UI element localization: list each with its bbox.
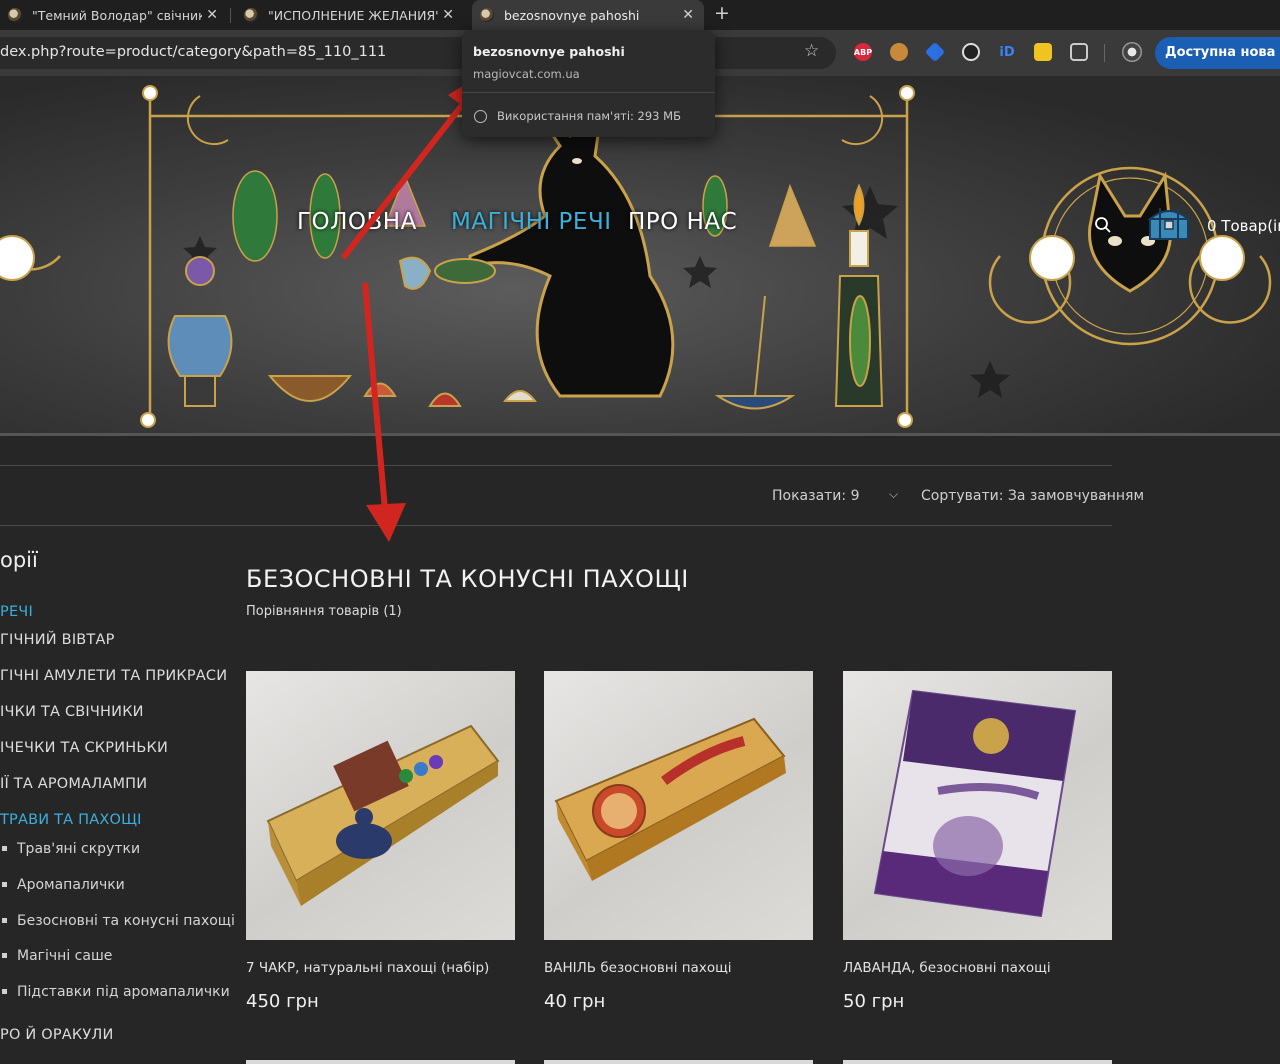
- nav-home[interactable]: ГОЛОВНА: [297, 209, 417, 235]
- tag-icon[interactable]: [924, 41, 946, 63]
- close-tab-icon[interactable]: ✕: [442, 7, 454, 23]
- sidebar-subitem[interactable]: Трав'яні скрутки: [0, 841, 140, 857]
- product-price: 40 грн: [544, 991, 606, 1012]
- puzzle-icon[interactable]: [1070, 43, 1088, 61]
- sidebar-subitem[interactable]: Аромапалички: [0, 877, 125, 893]
- bullet-icon: [2, 953, 7, 958]
- sidebar-item-boxes[interactable]: ІЧЕЧКИ ТА СКРИНЬКИ: [0, 740, 168, 756]
- product-name[interactable]: ВАНІЛЬ безосновні пахощі: [544, 960, 732, 976]
- sidebar-subitem[interactable]: Магічні саше: [0, 948, 112, 964]
- show-limit-select[interactable]: Показати: 9: [772, 488, 859, 504]
- sync-icon[interactable]: [962, 43, 980, 61]
- abp-icon[interactable]: ABP: [854, 43, 872, 61]
- toolbar-divider: [1104, 44, 1105, 62]
- product-price: 50 грн: [843, 991, 905, 1012]
- site-favicon: [480, 8, 494, 22]
- chevron-down-icon[interactable]: ⌵: [1099, 487, 1108, 502]
- id-icon[interactable]: iD: [998, 43, 1016, 61]
- tab-label: "ИСПОЛНЕНИЕ ЖЕЛАНИЯ": [268, 7, 438, 23]
- cart-count[interactable]: 0 Товар(ів): [1207, 217, 1280, 235]
- tab-3-active[interactable]: bezosnovnye pahoshi ✕: [472, 0, 704, 30]
- product-name[interactable]: 7 ЧАКР, натуральні пахощі (набір): [246, 960, 489, 976]
- next-row-product-image[interactable]: [843, 1060, 1112, 1064]
- tab-strip: "Темний Володар" свічник к ✕ "ИСПОЛНЕНИЕ…: [0, 0, 1280, 30]
- site-favicon: [244, 8, 258, 22]
- product-card[interactable]: 7 ЧАКР, натуральні пахощі (набір) 450 гр…: [246, 671, 515, 1012]
- close-tab-icon[interactable]: ✕: [682, 7, 694, 23]
- sidebar-item-candles[interactable]: ІЧКИ ТА СВІЧНИКИ: [0, 704, 144, 720]
- chevron-down-icon[interactable]: ⌵: [889, 487, 898, 502]
- product-image[interactable]: [246, 671, 515, 940]
- bullet-icon: [2, 918, 7, 923]
- next-row-product-image[interactable]: [246, 1060, 515, 1064]
- close-tab-icon[interactable]: ✕: [206, 7, 218, 23]
- tab-label: "Темний Володар" свічник к: [32, 7, 202, 23]
- hovercard-title: bezosnovnye pahoshi: [473, 44, 625, 59]
- product-image[interactable]: [544, 671, 813, 940]
- tab-divider: [230, 8, 231, 23]
- sidebar-item-tarot[interactable]: РО Й ОРАКУЛИ: [0, 1027, 114, 1043]
- page-title: БЕЗОСНОВНІ ТА КОНУСНІ ПАХОЩІ: [246, 565, 689, 593]
- tab-1[interactable]: "Темний Володар" свічник к ✕: [0, 0, 228, 30]
- wallet-icon[interactable]: [1034, 43, 1052, 61]
- divider-line: [0, 525, 1112, 526]
- nav-about[interactable]: ПРО НАС: [628, 209, 737, 235]
- product-card[interactable]: ЛАВАНДА, безосновні пахощі 50 грн: [843, 671, 1112, 1012]
- categories-heading: орії: [0, 548, 38, 572]
- site-favicon: [8, 8, 22, 22]
- bullet-icon: [2, 989, 7, 994]
- divider-line: [0, 465, 1112, 466]
- sidebar-item-herbs-incense[interactable]: ТРАВИ ТА ПАХОЩІ: [0, 812, 142, 828]
- product-card[interactable]: ВАНІЛЬ безосновні пахощі 40 грн: [544, 671, 813, 1012]
- tab-2[interactable]: "ИСПОЛНЕНИЕ ЖЕЛАНИЯ" ✕: [236, 0, 464, 30]
- sort-select[interactable]: Сортувати: За замовчуванням: [921, 488, 1144, 504]
- update-available-button[interactable]: Доступна нова вер: [1155, 37, 1280, 69]
- sidebar-item-magic-items[interactable]: РЕЧІ: [0, 604, 33, 620]
- sidebar-item-amulets[interactable]: ГІЧНІ АМУЛЕТИ ТА ПРИКРАСИ: [0, 668, 227, 684]
- nav-magic-items[interactable]: МАГІЧНІ РЕЧІ: [451, 209, 612, 235]
- next-row-product-image[interactable]: [544, 1060, 813, 1064]
- hovercard-memory: Використання пам'яті: 293 МБ: [497, 109, 681, 123]
- bullet-icon: [2, 846, 7, 851]
- tab-hovercard: bezosnovnye pahoshi magiovcat.com.ua Вик…: [462, 30, 715, 137]
- tab-label: bezosnovnye pahoshi: [504, 7, 640, 23]
- sidebar-item-altar[interactable]: ГІЧНИЙ ВІВТАР: [0, 632, 115, 648]
- sidebar-subitem[interactable]: Підставки під аромапалички: [0, 984, 230, 1000]
- product-image[interactable]: [843, 671, 1112, 940]
- divider-line: [462, 92, 715, 93]
- cookie-icon[interactable]: [890, 43, 908, 61]
- profile-avatar[interactable]: [1122, 42, 1142, 62]
- bookmark-star-icon[interactable]: ☆: [804, 41, 819, 61]
- bullet-icon: [2, 882, 7, 887]
- url-text: dex.php?route=product/category&path=85_1…: [0, 44, 387, 60]
- new-tab-icon[interactable]: +: [714, 2, 730, 24]
- sidebar-item-oils[interactable]: ІЇ ТА АРОМАЛАМПИ: [0, 776, 147, 792]
- memory-gauge-icon: [474, 110, 487, 123]
- compare-link[interactable]: Порівняння товарів (1): [246, 604, 402, 619]
- sidebar-subitem[interactable]: Безосновні та конусні пахощі: [0, 913, 235, 929]
- product-name[interactable]: ЛАВАНДА, безосновні пахощі: [843, 960, 1051, 976]
- product-price: 450 грн: [246, 991, 319, 1012]
- arrowhead-icon: [366, 503, 406, 542]
- hovercard-host: magiovcat.com.ua: [473, 67, 580, 81]
